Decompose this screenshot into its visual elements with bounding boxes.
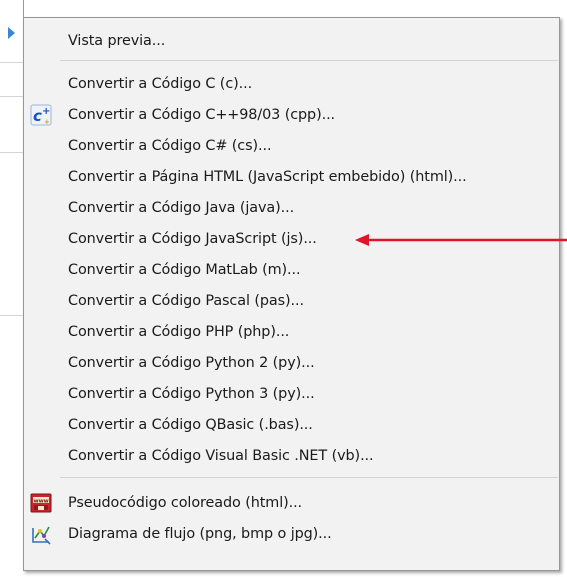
svg-text:www: www: [34, 498, 49, 504]
menu-item-convert-html[interactable]: Convertir a Página HTML (JavaScript embe…: [24, 161, 559, 192]
background-edge: [23, 0, 24, 17]
menu-item-label: Convertir a Código QBasic (.bas)...: [68, 416, 313, 433]
menu-item-label: Convertir a Código C (c)...: [68, 75, 253, 92]
menu-item-convert-matlab[interactable]: Convertir a Código MatLab (m)...: [24, 254, 559, 285]
menu-item-label: Vista previa...: [68, 32, 166, 49]
www-icon: www: [30, 492, 52, 514]
svg-text:+: +: [42, 106, 50, 117]
svg-text:+: +: [44, 118, 50, 126]
menu-item-preview[interactable]: Vista previa...: [24, 25, 559, 56]
svg-text:c: c: [33, 107, 42, 125]
red-arrow-icon: [355, 234, 567, 246]
menu-separator: [60, 60, 558, 61]
menu-item-flowchart[interactable]: Diagrama de flujo (png, bmp o jpg)...: [24, 518, 559, 549]
background-sidebar: [0, 0, 24, 320]
background-divider: [0, 62, 24, 63]
export-context-menu: Vista previa... Convertir a Código C (c)…: [23, 17, 560, 571]
menu-item-colored-pseudocode[interactable]: www Pseudocódigo coloreado (html)...: [24, 487, 559, 518]
menu-item-label: Diagrama de flujo (png, bmp o jpg)...: [68, 525, 332, 542]
menu-item-label: Convertir a Código PHP (php)...: [68, 323, 290, 340]
menu-item-label: Pseudocódigo coloreado (html)...: [68, 494, 303, 511]
menu-item-label: Convertir a Código Python 2 (py)...: [68, 354, 315, 371]
menu-separator: [60, 477, 558, 478]
menu-item-convert-cpp[interactable]: c + + Convertir a Código C++98/03 (cpp).…: [24, 99, 559, 130]
background-divider: [0, 152, 24, 153]
menu-item-label: Convertir a Código C++98/03 (cpp)...: [68, 106, 336, 123]
flowchart-icon: [30, 523, 52, 545]
screen: Vista previa... Convertir a Código C (c)…: [0, 0, 567, 577]
menu-item-label: Convertir a Código JavaScript (js)...: [68, 230, 317, 247]
menu-item-label: Convertir a Código Java (java)...: [68, 199, 295, 216]
menu-item-label: Convertir a Código MatLab (m)...: [68, 261, 301, 278]
menu-item-convert-c[interactable]: Convertir a Código C (c)...: [24, 68, 559, 99]
menu-item-label: Convertir a Código Python 3 (py)...: [68, 385, 315, 402]
menu-item-convert-python2[interactable]: Convertir a Código Python 2 (py)...: [24, 347, 559, 378]
background-divider: [0, 315, 24, 316]
submenu-arrow-icon: [8, 27, 15, 39]
menu-item-label: Convertir a Código Pascal (pas)...: [68, 292, 304, 309]
cpp-icon: c + +: [30, 104, 52, 126]
menu-item-convert-php[interactable]: Convertir a Código PHP (php)...: [24, 316, 559, 347]
menu-item-convert-cs[interactable]: Convertir a Código C# (cs)...: [24, 130, 559, 161]
background-divider: [0, 96, 24, 97]
menu-item-convert-qbasic[interactable]: Convertir a Código QBasic (.bas)...: [24, 409, 559, 440]
menu-item-convert-vbnet[interactable]: Convertir a Código Visual Basic .NET (vb…: [24, 440, 559, 471]
menu-item-convert-python3[interactable]: Convertir a Código Python 3 (py)...: [24, 378, 559, 409]
menu-item-label: Convertir a Página HTML (JavaScript embe…: [68, 168, 467, 185]
menu-item-label: Convertir a Código C# (cs)...: [68, 137, 272, 154]
menu-item-convert-java[interactable]: Convertir a Código Java (java)...: [24, 192, 559, 223]
menu-item-convert-pascal[interactable]: Convertir a Código Pascal (pas)...: [24, 285, 559, 316]
menu-item-label: Convertir a Código Visual Basic .NET (vb…: [68, 447, 374, 464]
